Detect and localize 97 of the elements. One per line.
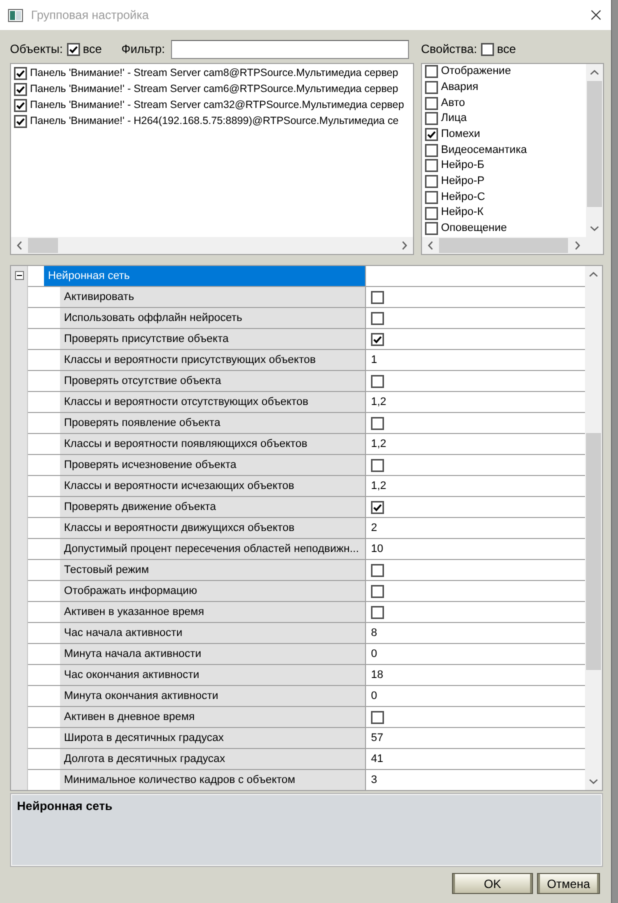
property-label: Проверять исчезновение объекта: [60, 455, 365, 475]
property-list-item[interactable]: Авария: [422, 80, 586, 96]
property-label: Активен в указанное время: [60, 602, 365, 622]
checkbox[interactable]: [14, 82, 27, 96]
property-label: Проверять движение объекта: [60, 497, 365, 517]
scrollbar-thumb[interactable]: [439, 238, 568, 253]
property-label: Минута начала активности: [60, 644, 365, 664]
checkbox[interactable]: [425, 206, 438, 220]
checkbox[interactable]: [14, 66, 27, 80]
checkbox[interactable]: [371, 374, 384, 388]
scroll-left-icon[interactable]: [17, 241, 22, 250]
property-label: Час начала активности: [60, 623, 365, 643]
property-label: Классы и вероятности движущихся объектов: [60, 518, 365, 538]
checkbox[interactable]: [425, 112, 438, 126]
horizontal-scrollbar[interactable]: [422, 237, 603, 254]
filter-field[interactable]: [171, 40, 409, 59]
checkbox[interactable]: [425, 144, 438, 157]
property-label: Классы и вероятности исчезающих объектов: [60, 476, 365, 496]
horizontal-scrollbar[interactable]: [11, 237, 413, 254]
scrollbar-thumb[interactable]: [586, 433, 601, 670]
scroll-right-icon[interactable]: [575, 241, 580, 250]
scrollbar-thumb[interactable]: [587, 81, 602, 207]
property-label: Использовать оффлайн нейросеть: [60, 308, 365, 328]
property-list-item[interactable]: Нейро-К: [422, 205, 586, 221]
select-all-label[interactable]: все: [82, 42, 102, 57]
property-list-item[interactable]: Нейро-С: [422, 190, 586, 206]
property-label: Проверять появление объекта: [60, 413, 365, 433]
cancel-button[interactable]: Отмена: [537, 873, 600, 894]
property-list-item[interactable]: Видеосемантика: [422, 142, 586, 158]
property-label: Классы и вероятности присутствующих объектов: [60, 350, 365, 370]
property-label: Классы и вероятности появляющихся объектов: [60, 434, 365, 454]
select-all-label[interactable]: все: [497, 42, 516, 57]
checkbox[interactable]: [371, 332, 384, 346]
close-icon[interactable]: [591, 10, 601, 20]
property-label: Тестовый режим: [60, 560, 365, 580]
checkbox[interactable]: [481, 43, 494, 56]
collapse-icon[interactable]: [15, 271, 24, 280]
checkbox[interactable]: [371, 710, 384, 724]
checkbox[interactable]: [371, 500, 384, 514]
property-label: Долгота в десятичных градусах: [60, 749, 365, 769]
checkbox[interactable]: [66, 43, 80, 56]
vertical-scrollbar[interactable]: [586, 64, 603, 237]
checkbox[interactable]: [425, 222, 438, 236]
checkbox[interactable]: [371, 584, 384, 598]
property-label: Проверять присутствие объекта: [60, 329, 365, 349]
checkbox[interactable]: [425, 159, 438, 172]
property-label: Классы и вероятности отсутствующих объектов: [60, 392, 365, 412]
checkbox[interactable]: [425, 81, 438, 94]
description-title: Нейронная сеть: [17, 799, 114, 814]
checkbox[interactable]: [14, 114, 27, 128]
category-header[interactable]: Нейронная сеть: [44, 266, 365, 286]
property-label: Проверять отсутствие объекта: [60, 371, 365, 391]
objects-label: Объекты:: [10, 42, 63, 57]
property-label: Минута окончания активности: [60, 686, 365, 706]
property-label: Час окончания активности: [60, 665, 365, 685]
property-label: Активен в дневное время: [60, 707, 365, 727]
property-list-item[interactable]: Отображение: [422, 64, 586, 80]
object-list-item[interactable]: Панель 'Внимание!' - Stream Server cam32@RTPSource.Мультимедиа сервер: [11, 97, 413, 113]
property-label: Отображать информацию: [60, 581, 365, 601]
properties-label: Свойства:: [421, 42, 478, 57]
property-label: Широта в десятичных градусах: [60, 728, 365, 748]
checkbox[interactable]: [371, 564, 384, 576]
object-list-item[interactable]: Панель 'Внимание!' - H264(192.168.5.75:8899)@RTPSource.Мультимедиа се: [11, 113, 413, 129]
property-list-item[interactable]: Оповещение: [422, 220, 586, 237]
checkbox[interactable]: [371, 312, 384, 324]
scrollbar-thumb[interactable]: [28, 238, 58, 253]
checkbox[interactable]: [425, 65, 438, 78]
property-list-item[interactable]: Нейро-Б: [422, 158, 586, 174]
checkbox[interactable]: [371, 458, 384, 472]
property-list-item[interactable]: Помехи: [422, 126, 586, 142]
property-label: Допустимый процент пересечения областей неподвижн...: [60, 539, 365, 559]
property-label: Минимальное количество кадров с объектом: [60, 770, 365, 790]
filter-label: Фильтр:: [121, 42, 165, 57]
scroll-left-icon[interactable]: [428, 241, 433, 250]
checkbox[interactable]: [425, 190, 438, 204]
scroll-up-icon[interactable]: [590, 70, 599, 75]
scroll-right-icon[interactable]: [402, 241, 407, 250]
checkbox[interactable]: [14, 98, 27, 112]
property-label: Активировать: [60, 287, 365, 307]
scroll-up-icon[interactable]: [589, 272, 598, 277]
checkbox[interactable]: [371, 416, 384, 430]
checkbox[interactable]: [425, 96, 438, 110]
vertical-scrollbar[interactable]: [585, 266, 602, 790]
checkbox[interactable]: [425, 175, 438, 188]
property-list-item[interactable]: Нейро-Р: [422, 174, 586, 190]
property-list-item[interactable]: Лица: [422, 111, 586, 127]
ok-button[interactable]: OK: [452, 873, 533, 894]
object-list-item[interactable]: Панель 'Внимание!' - Stream Server cam6@RTPSource.Мультимедиа сервер: [11, 81, 413, 97]
checkbox[interactable]: [371, 606, 384, 618]
window-title: Групповая настройка: [31, 8, 149, 22]
checkbox[interactable]: [371, 290, 384, 304]
object-list-item[interactable]: Панель 'Внимание!' - Stream Server cam8@RTPSource.Мультимедиа сервер: [11, 65, 413, 81]
property-list-item[interactable]: Авто: [422, 95, 586, 112]
checkbox[interactable]: [425, 128, 438, 142]
app-icon: [8, 8, 23, 22]
scroll-down-icon[interactable]: [590, 226, 599, 231]
scroll-down-icon[interactable]: [589, 779, 598, 784]
